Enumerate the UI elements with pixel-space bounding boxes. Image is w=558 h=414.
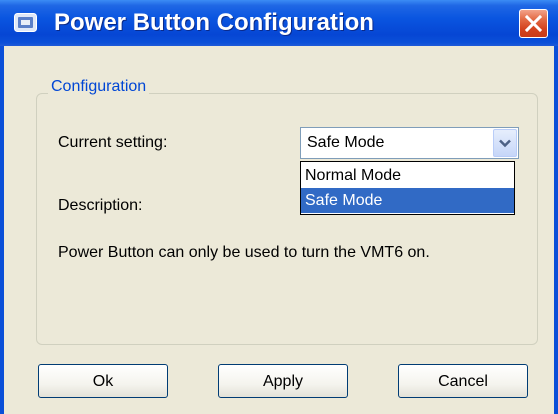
title-bar[interactable]: Power Button Configuration <box>0 0 558 46</box>
dropdown-option-normal-mode[interactable]: Normal Mode <box>301 163 514 188</box>
cancel-button[interactable]: Cancel <box>398 364 528 398</box>
window-title: Power Button Configuration <box>54 9 374 36</box>
close-button[interactable] <box>519 9 548 38</box>
setting-dropdown-list[interactable]: Normal Mode Safe Mode <box>300 161 515 215</box>
configuration-group-label: Configuration <box>48 76 150 98</box>
combo-dropdown-button[interactable] <box>493 129 517 157</box>
dropdown-option-safe-mode[interactable]: Safe Mode <box>301 188 514 213</box>
chevron-down-icon <box>499 139 511 148</box>
apply-button[interactable]: Apply <box>218 364 348 398</box>
window-frame-right <box>554 46 558 414</box>
monitor-icon <box>14 13 37 32</box>
description-label: Description: <box>58 197 143 214</box>
ok-button[interactable]: Ok <box>38 364 168 398</box>
close-icon <box>525 15 542 32</box>
description-text: Power Button can only be used to turn th… <box>58 244 430 261</box>
current-setting-label: Current setting: <box>58 134 168 151</box>
current-setting-combobox[interactable]: Safe Mode <box>300 127 519 159</box>
combo-selected-value: Safe Mode <box>307 134 385 151</box>
window-frame-left <box>0 46 4 414</box>
